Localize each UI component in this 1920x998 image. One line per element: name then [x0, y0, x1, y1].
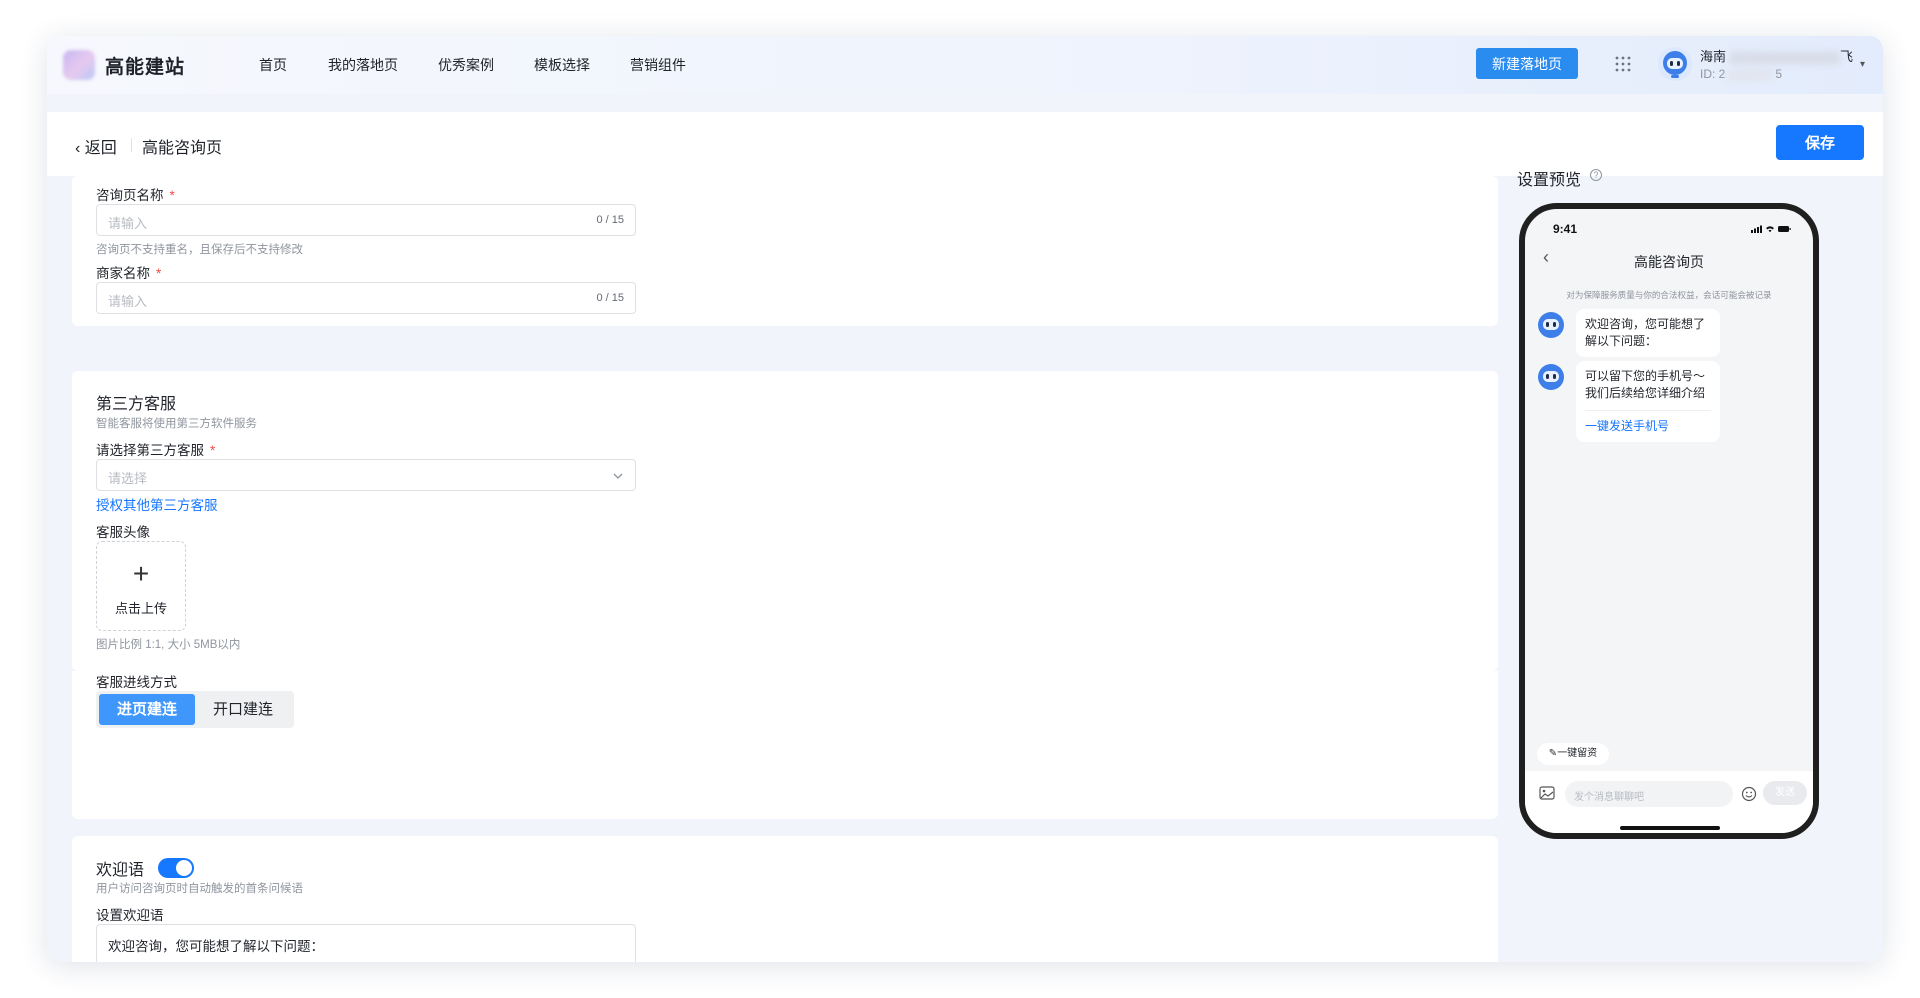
third-party-card: 第三方客服 智能客服将使用第三方软件服务 请选择第三方客服 * 请选择 授权其他第… [72, 371, 1498, 671]
send-phone-link[interactable]: 一键发送手机号 [1585, 410, 1711, 435]
third-party-select[interactable]: 请选择 [96, 459, 636, 491]
avatar-label: 客服头像 [96, 525, 150, 540]
save-button[interactable]: 保存 [1776, 125, 1864, 160]
plus-icon: + [132, 558, 150, 589]
image-icon[interactable] [1539, 786, 1555, 800]
third-party-desc: 智能客服将使用第三方软件服务 [96, 418, 257, 430]
upload-hint: 图片比例 1:1, 大小 5MB以内 [96, 639, 241, 651]
nav-item-cases[interactable]: 优秀案例 [438, 55, 494, 75]
preview-notice: 对为保障服务质量与你的合法权益，会话可能会被记录 [1566, 290, 1772, 300]
preview-title: 高能咨询页 [1634, 254, 1704, 270]
avatar-upload[interactable]: + 点击上传 [96, 541, 186, 631]
new-landing-page-button[interactable]: 新建落地页 [1476, 48, 1578, 79]
merchant-label: 商家名称 * [96, 266, 162, 281]
basic-info-card: 咨询页名称 * 请输入 0 / 15 咨询页不支持重名，且保存后不支持修改 商家名… [72, 176, 1498, 326]
user-name: 海南飞 [1700, 49, 1854, 64]
welcome-desc: 用户访问咨询页时自动触发的首条问候语 [96, 883, 303, 895]
leave-info-button[interactable]: ✎一键留资 [1537, 743, 1609, 765]
select-third-party-label: 请选择第三方客服 * [96, 443, 216, 458]
chat-message-welcome: 欢迎咨询，您可能想了解以下问题： [1576, 309, 1720, 357]
emoji-icon[interactable] [1741, 786, 1757, 802]
connect-card: 客服进线方式 进页建连 开口建连 [72, 671, 1498, 819]
nav-item-my-pages[interactable]: 我的落地页 [328, 55, 398, 75]
nav-item-marketing[interactable]: 营销组件 [630, 55, 686, 75]
connect-label: 客服进线方式 [96, 675, 177, 690]
user-avatar[interactable] [1658, 47, 1692, 81]
brand-name[interactable]: 高能建站 [105, 52, 185, 79]
welcome-toggle[interactable] [158, 858, 194, 878]
welcome-title: 欢迎语 [96, 862, 145, 879]
status-icons [1751, 225, 1791, 233]
top-nav: 高能建站 首页 我的落地页 优秀案例 模板选择 营销组件 新建落地页 海南飞 I… [47, 36, 1883, 94]
chat-input[interactable]: 发个消息聊聊吧 [1565, 781, 1733, 807]
merchant-input[interactable]: 请输入 0 / 15 [96, 282, 636, 314]
status-time: 9:41 [1553, 222, 1578, 236]
welcome-card: 欢迎语 用户访问咨询页时自动触发的首条问候语 设置欢迎语 欢迎咨询，您可能想了解… [72, 836, 1498, 962]
nav-item-templates[interactable]: 模板选择 [534, 55, 590, 75]
logo-icon [63, 50, 95, 80]
preview-label: 设置预览 [1517, 172, 1582, 189]
help-icon[interactable]: ? [1590, 169, 1602, 181]
consult-name-label: 咨询页名称 * [96, 188, 175, 203]
phone-preview: 9:41 ‹ 高能咨询页 对为保障服务质量与你的合法权益，会话可能会被记录 欢迎… [1519, 203, 1819, 839]
connect-mode-open-mouth[interactable]: 开口建连 [195, 694, 291, 725]
third-party-title: 第三方客服 [96, 396, 177, 413]
consult-name-hint: 咨询页不支持重名，且保存后不支持修改 [96, 244, 303, 256]
divider [131, 138, 132, 152]
welcome-textarea[interactable]: 欢迎咨询，您可能想了解以下问题： [96, 924, 636, 962]
chevron-left-icon: ‹ [75, 140, 81, 157]
edit-icon: ✎ [1548, 748, 1558, 759]
page-header: ‹ 返回 高能咨询页 保存 [47, 112, 1883, 176]
home-indicator [1620, 826, 1720, 830]
chevron-down-icon[interactable]: ▾ [1860, 59, 1865, 70]
back-button[interactable]: ‹ 返回 [75, 134, 117, 158]
welcome-set-label: 设置欢迎语 [96, 908, 164, 923]
chevron-down-icon [613, 473, 623, 479]
authorize-link[interactable]: 授权其他第三方客服 [96, 494, 218, 514]
nav-item-home[interactable]: 首页 [259, 55, 287, 75]
send-button[interactable]: 发送 [1763, 781, 1807, 805]
consult-name-input[interactable]: 请输入 0 / 15 [96, 204, 636, 236]
page-title: 高能咨询页 [142, 140, 223, 157]
user-id: ID: 25 [1700, 67, 1783, 81]
connect-mode-segmented: 进页建连 开口建连 [96, 691, 294, 728]
bot-avatar-icon [1538, 364, 1564, 390]
bot-avatar-icon [1538, 312, 1564, 338]
connect-mode-enter-page[interactable]: 进页建连 [99, 694, 195, 725]
apps-grid-icon[interactable] [1615, 56, 1631, 72]
chat-message-phone: 可以留下您的手机号～我们后续给您详细介绍 一键发送手机号 [1576, 361, 1720, 442]
